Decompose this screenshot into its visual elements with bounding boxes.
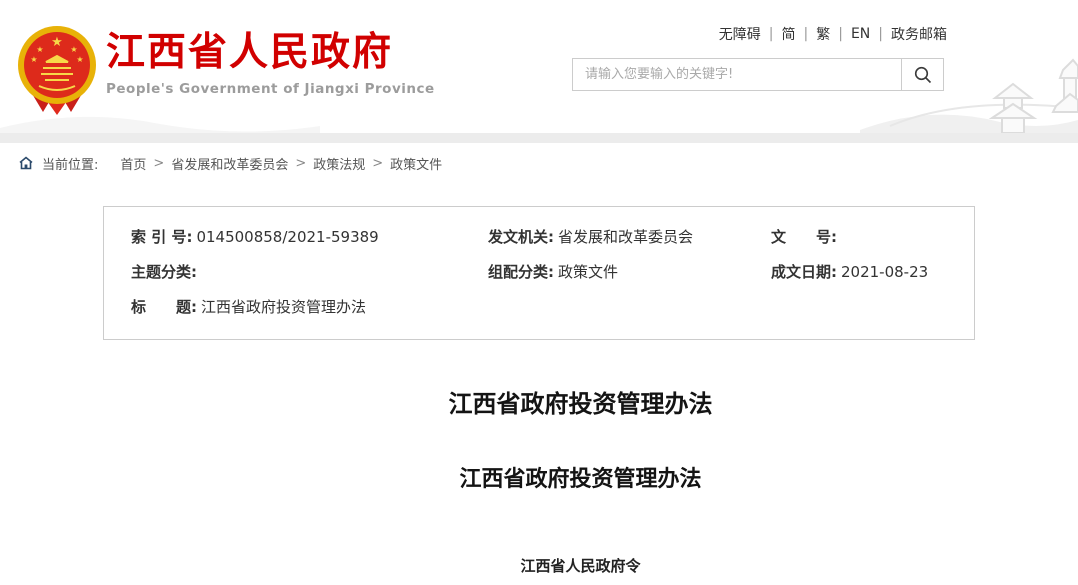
meta-issuer-value: 省发展和改革委员会: [558, 228, 693, 246]
link-english[interactable]: EN: [851, 26, 870, 42]
link-simplified-chinese[interactable]: 简: [782, 24, 796, 44]
meta-title-label: 标 题:: [131, 298, 197, 316]
national-emblem-logo: ★ ★ ★ ★ ★: [17, 24, 97, 116]
breadcrumb-separator: >: [372, 156, 383, 171]
meta-date-label: 成文日期:: [771, 263, 837, 281]
breadcrumb-separator: >: [153, 156, 164, 171]
top-utility-links: 无障碍 | 简 | 繁 | EN | 政务邮箱: [719, 24, 947, 44]
link-accessibility[interactable]: 无障碍: [719, 24, 761, 44]
page: ★ ★ ★ ★ ★ 江西省人民政府 People's Government of…: [0, 0, 1078, 585]
svg-text:★: ★: [51, 35, 63, 50]
meta-index-number: 索 引 号:014500858/2021-59389: [131, 227, 488, 247]
document-metadata-box: 索 引 号:014500858/2021-59389 发文机关:省发展和改革委员…: [103, 206, 975, 340]
meta-title-value: 江西省政府投资管理办法: [201, 298, 366, 316]
svg-text:★: ★: [70, 45, 77, 54]
meta-document-number: 文 号:: [771, 227, 964, 247]
link-gov-mail[interactable]: 政务邮箱: [891, 24, 947, 44]
document-title-repeat: 江西省政府投资管理办法: [103, 461, 1058, 493]
meta-issue-date: 成文日期:2021-08-23: [771, 262, 964, 282]
search-input[interactable]: [573, 59, 901, 90]
svg-text:★: ★: [30, 55, 37, 64]
link-separator: |: [878, 26, 883, 42]
meta-topic-category: 主题分类:: [131, 262, 488, 282]
meta-issuing-agency: 发文机关:省发展和改革委员会: [488, 227, 771, 247]
site-subtitle: People's Government of Jiangxi Province: [106, 81, 435, 97]
meta-docnum-label: 文 号:: [771, 228, 837, 246]
meta-date-value: 2021-08-23: [841, 263, 928, 281]
meta-index-value: 014500858/2021-59389: [196, 228, 378, 246]
search-icon: [913, 65, 933, 85]
breadcrumb-item-drc[interactable]: 省发展和改革委员会: [171, 154, 288, 173]
search-button[interactable]: [901, 59, 943, 90]
meta-title: 标 题:江西省政府投资管理办法: [131, 297, 964, 317]
breadcrumb-item-policy-documents[interactable]: 政策文件: [390, 154, 442, 173]
link-separator: |: [804, 26, 809, 42]
document-title: 江西省政府投资管理办法: [103, 384, 1058, 419]
link-separator: |: [838, 26, 843, 42]
site-title: 江西省人民政府: [106, 32, 435, 75]
link-traditional-chinese[interactable]: 繁: [816, 24, 830, 44]
home-icon[interactable]: [18, 155, 34, 171]
breadcrumb: 当前位置: 首页 > 省发展和改革委员会 > 政策法规 > 政策文件: [0, 143, 1078, 183]
site-header: ★ ★ ★ ★ ★ 江西省人民政府 People's Government of…: [0, 0, 1078, 133]
search-bar: [572, 58, 944, 91]
link-separator: |: [769, 26, 774, 42]
svg-text:★: ★: [76, 55, 83, 64]
meta-index-label: 索 引 号:: [131, 228, 192, 246]
breadcrumb-separator: >: [295, 156, 306, 171]
breadcrumb-item-policy-regulations[interactable]: 政策法规: [313, 154, 365, 173]
meta-topic-label: 主题分类:: [131, 263, 197, 281]
site-branding: 江西省人民政府 People's Government of Jiangxi P…: [106, 32, 435, 97]
svg-text:★: ★: [36, 45, 43, 54]
header-divider: [0, 133, 1078, 143]
meta-group-category: 组配分类:政策文件: [488, 262, 771, 282]
document-body: 江西省政府投资管理办法 江西省政府投资管理办法 江西省人民政府令 第251号: [103, 384, 1058, 585]
meta-group-label: 组配分类:: [488, 263, 554, 281]
breadcrumb-item-home[interactable]: 首页: [120, 154, 146, 173]
breadcrumb-label: 当前位置:: [42, 154, 98, 173]
decree-title: 江西省人民政府令: [103, 555, 1058, 576]
meta-issuer-label: 发文机关:: [488, 228, 554, 246]
meta-group-value: 政策文件: [558, 263, 618, 281]
